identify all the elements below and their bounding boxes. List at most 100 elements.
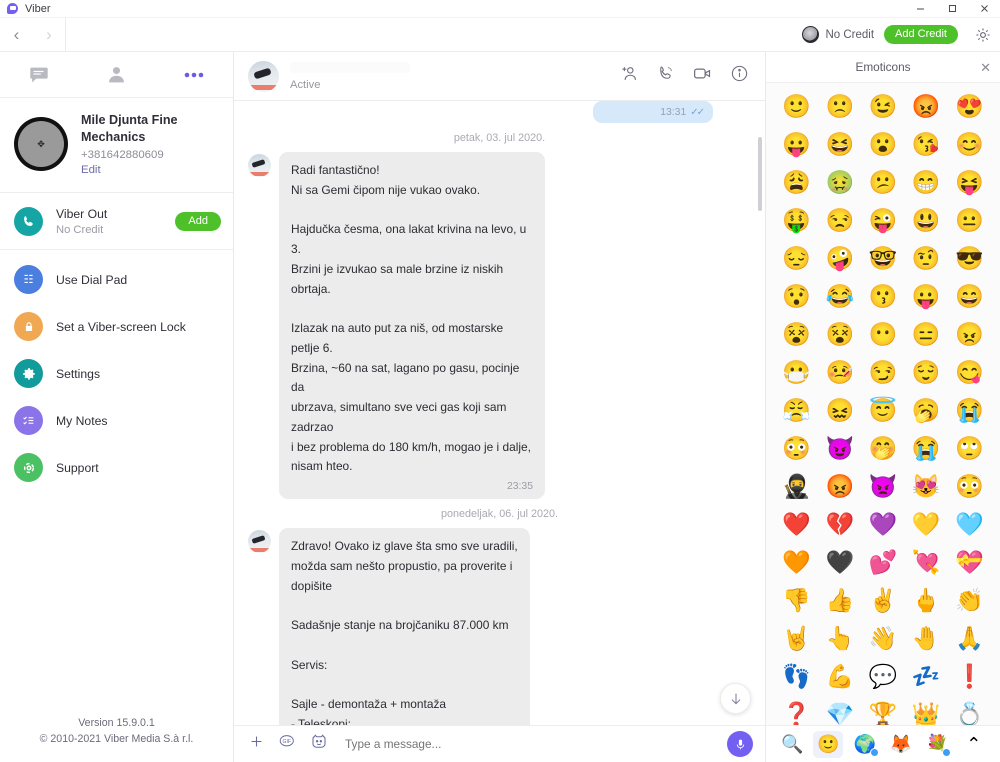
emoticon-item[interactable]: 😳 — [948, 470, 991, 503]
emoticon-item[interactable]: 🏆 — [861, 698, 904, 726]
emoticon-item[interactable]: 😩 — [775, 166, 818, 199]
add-credit-button[interactable]: Add Credit — [884, 25, 958, 44]
emoticon-item[interactable]: 😜 — [861, 204, 904, 237]
emoticon-item[interactable]: 🤪 — [818, 242, 861, 275]
sidebar-item-contacts[interactable] — [78, 52, 156, 98]
profile-section[interactable]: ✥ Mile Djunta Fine Mechanics +3816428806… — [0, 98, 233, 193]
emoticon-item[interactable]: 👋 — [861, 622, 904, 655]
emoticon-item[interactable]: 😭 — [948, 394, 991, 427]
emoticon-item[interactable]: 👆 — [818, 622, 861, 655]
emoticon-item[interactable]: 😑 — [905, 318, 948, 351]
emoticon-item[interactable]: ✌️ — [861, 584, 904, 617]
emoticon-item[interactable]: 💕 — [861, 546, 904, 579]
gear-icon[interactable] — [966, 18, 1000, 52]
emoticon-item[interactable]: 🤒 — [818, 356, 861, 389]
emoticon-item[interactable]: 🙄 — [948, 432, 991, 465]
chat-info-icon[interactable] — [730, 64, 749, 88]
sticker-pack-fox[interactable]: 🦊 — [886, 731, 916, 758]
emoticon-item[interactable]: 😘 — [905, 128, 948, 161]
emoticon-item[interactable]: 💪 — [818, 660, 861, 693]
emoticon-item[interactable]: 🙏 — [948, 622, 991, 655]
gif-icon[interactable]: GIF — [278, 733, 297, 755]
emoticon-item[interactable]: 😻 — [905, 470, 948, 503]
emoticon-item[interactable]: 💜 — [861, 508, 904, 541]
emoticon-item[interactable]: 😕 — [861, 166, 904, 199]
emoticon-item[interactable]: 😏 — [861, 356, 904, 389]
emoticon-item[interactable]: 😄 — [948, 280, 991, 313]
collapse-panel-icon[interactable]: ⌃ — [959, 731, 989, 758]
emoticon-item[interactable]: 🤑 — [775, 204, 818, 237]
emoticon-item[interactable]: 😋 — [948, 356, 991, 389]
add-participant-icon[interactable] — [620, 64, 639, 88]
emoticon-item[interactable]: 😔 — [775, 242, 818, 275]
emoticon-item[interactable]: 😁 — [905, 166, 948, 199]
emoticon-item[interactable]: 😤 — [775, 394, 818, 427]
emoticon-item[interactable]: 🙂 — [775, 90, 818, 123]
incoming-bubble[interactable]: Zdravo! Ovako iz glave šta smo sve uradi… — [279, 528, 530, 725]
emoticon-item[interactable]: 😵 — [775, 318, 818, 351]
close-button[interactable] — [968, 0, 1000, 18]
emoticon-item[interactable]: ❓ — [775, 698, 818, 726]
message-scrollbar[interactable] — [758, 137, 762, 211]
emoticon-item[interactable]: 👑 — [905, 698, 948, 726]
emoticon-item[interactable]: ❗ — [948, 660, 991, 693]
sticker-pack-hands[interactable]: 💐 — [922, 731, 952, 758]
emoticon-item[interactable]: 😃 — [905, 204, 948, 237]
maximize-button[interactable] — [936, 0, 968, 18]
sidebar-item-chats[interactable] — [0, 52, 78, 98]
emoticon-item[interactable]: 😯 — [775, 280, 818, 313]
emoticon-item[interactable]: 😶 — [861, 318, 904, 351]
emoticon-item[interactable]: 🩵 — [948, 508, 991, 541]
video-call-icon[interactable] — [692, 63, 713, 89]
emoticon-item[interactable]: 😂 — [818, 280, 861, 313]
sidebar-item-support[interactable]: Support — [0, 444, 233, 491]
microphone-icon[interactable] — [727, 731, 753, 757]
emoticon-item[interactable]: 😇 — [861, 394, 904, 427]
emoticon-item[interactable]: 😮 — [861, 128, 904, 161]
emoticon-item[interactable]: 👎 — [775, 584, 818, 617]
sidebar-item-settings[interactable]: Settings — [0, 350, 233, 397]
emoticon-item[interactable]: 💤 — [905, 660, 948, 693]
message-input[interactable] — [341, 737, 714, 751]
sticker-pack-one[interactable]: 🌍 — [850, 731, 880, 758]
add-credit-sidebar-button[interactable]: Add — [175, 212, 221, 231]
emoticon-item[interactable]: 😈 — [818, 432, 861, 465]
sidebar-item-screen-lock[interactable]: Set a Viber-screen Lock — [0, 303, 233, 350]
sticker-icon[interactable] — [310, 733, 328, 756]
scroll-to-bottom-button[interactable] — [720, 683, 751, 714]
emoticon-item[interactable]: 🥷 — [775, 470, 818, 503]
emoticon-item[interactable]: ❤️ — [775, 508, 818, 541]
message-row-outgoing[interactable]: 13:31 ✓✓ — [248, 101, 751, 123]
plus-icon[interactable] — [248, 733, 265, 755]
contact-avatar[interactable] — [248, 60, 279, 92]
emoticon-item[interactable]: 👍 — [818, 584, 861, 617]
forward-button[interactable]: › — [33, 17, 66, 52]
close-icon[interactable]: ✕ — [980, 60, 991, 76]
emoticon-item[interactable]: 😠 — [948, 318, 991, 351]
voice-call-icon[interactable] — [656, 64, 675, 88]
emoticon-item[interactable]: 😡 — [818, 470, 861, 503]
emoticon-item[interactable]: 😷 — [775, 356, 818, 389]
sidebar-item-more[interactable] — [155, 52, 233, 98]
emoticon-item[interactable]: 🤨 — [905, 242, 948, 275]
emoticon-item[interactable]: 🧡 — [775, 546, 818, 579]
emoticon-item[interactable]: 💝 — [948, 546, 991, 579]
emoticon-item[interactable]: 💛 — [905, 508, 948, 541]
emoticon-item[interactable]: 😆 — [818, 128, 861, 161]
message-row-incoming[interactable]: Radi fantastično! Ni sa Gemi čipom nije … — [248, 152, 751, 499]
emoticon-item[interactable]: 😎 — [948, 242, 991, 275]
sidebar-item-my-notes[interactable]: My Notes — [0, 397, 233, 444]
emoticon-item[interactable]: 😒 — [818, 204, 861, 237]
emoticon-item[interactable]: 💎 — [818, 698, 861, 726]
emoticon-item[interactable]: 🖕 — [905, 584, 948, 617]
emoticon-item[interactable]: 😍 — [948, 90, 991, 123]
emoticon-item[interactable]: 😵 — [818, 318, 861, 351]
profile-edit-link[interactable]: Edit — [81, 164, 233, 176]
emoticon-item[interactable]: 🙁 — [818, 90, 861, 123]
emoticon-item[interactable]: 💍 — [948, 698, 991, 726]
emoticon-item[interactable]: 😌 — [905, 356, 948, 389]
minimize-button[interactable] — [904, 0, 936, 18]
emoticon-item[interactable]: 😛 — [905, 280, 948, 313]
emoticon-item[interactable]: 😭 — [905, 432, 948, 465]
emoticon-item[interactable]: 😐 — [948, 204, 991, 237]
